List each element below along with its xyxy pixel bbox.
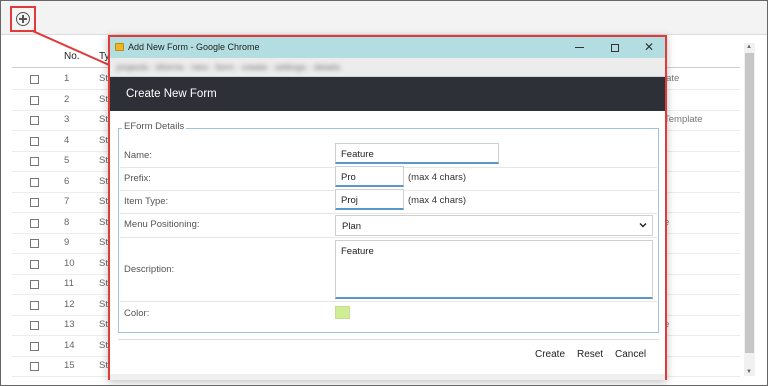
maximize-icon <box>611 43 619 52</box>
section-legend: EForm Details <box>122 121 187 132</box>
scrollbar-thumb[interactable] <box>745 53 754 353</box>
row-type: St <box>99 196 108 207</box>
column-header-no[interactable]: No. <box>64 51 80 62</box>
row-checkbox[interactable] <box>30 218 39 228</box>
row-number: 3 <box>64 114 70 125</box>
row-number: 12 <box>64 298 75 310</box>
name-input[interactable]: Feature <box>335 143 499 164</box>
row-type: St <box>99 216 108 228</box>
row-checkbox[interactable] <box>30 177 39 187</box>
field-divider <box>120 301 657 302</box>
maximize-button[interactable] <box>598 37 632 58</box>
add-new-form-window: Add New Form - Google Chrome ✕ p̶r̶o̶j̶e… <box>108 35 667 380</box>
prefix-label: Prefix: <box>124 173 151 184</box>
callout-line <box>32 30 116 69</box>
reset-button[interactable]: Reset <box>575 349 605 360</box>
row-type: St <box>99 298 108 310</box>
row-checkbox[interactable] <box>30 280 39 289</box>
menu-positioning-select[interactable]: Plan <box>335 215 653 236</box>
row-checkbox[interactable] <box>30 321 39 330</box>
menu-positioning-label: Menu Positioning: <box>124 219 200 230</box>
row-number: 6 <box>64 175 70 187</box>
row-number: 2 <box>64 93 70 105</box>
item-type-hint: (max 4 chars) <box>408 195 467 206</box>
row-number: 4 <box>64 134 70 146</box>
app-icon <box>115 43 124 51</box>
window-title: Add New Form - Google Chrome <box>128 42 260 52</box>
field-divider <box>120 237 657 238</box>
create-button[interactable]: Create <box>533 349 567 360</box>
row-type: St <box>99 155 108 166</box>
row-number: 7 <box>64 196 70 207</box>
row-number: 11 <box>64 278 74 289</box>
color-swatch[interactable] <box>335 306 350 319</box>
row-type: St <box>99 175 108 187</box>
scroll-down-arrow-icon[interactable]: ▼ <box>746 368 752 376</box>
add-form-button[interactable] <box>10 6 36 32</box>
row-checkbox[interactable] <box>30 157 39 166</box>
field-divider <box>120 213 657 214</box>
row-checkbox[interactable] <box>30 95 39 105</box>
description-label: Description: <box>124 264 175 275</box>
row-checkbox[interactable] <box>30 259 39 269</box>
description-textarea[interactable]: Feature <box>335 240 653 299</box>
row-number: 9 <box>64 237 70 248</box>
scroll-up-arrow-icon[interactable]: ▲ <box>746 43 752 51</box>
minimize-icon <box>574 47 584 49</box>
footer-divider <box>118 339 659 340</box>
page-scrollbar[interactable]: ▲ ▼ <box>744 43 755 376</box>
row-checkbox[interactable] <box>30 362 39 371</box>
row-type: St <box>99 319 108 330</box>
window-titlebar[interactable]: Add New Form - Google Chrome ✕ <box>110 37 665 58</box>
row-type: St <box>99 134 108 146</box>
address-url: p̶r̶o̶j̶e̶c̶t̶s̶ · e̶f̶o̶r̶m̶s̶ · n̶e̶w̶… <box>116 62 340 72</box>
row-checkbox[interactable] <box>30 239 39 248</box>
row-number: 10 <box>64 257 75 269</box>
row-type: St <box>99 278 108 289</box>
row-type: St <box>99 237 108 248</box>
form-header: Create New Form <box>110 77 665 111</box>
form-title: Create New Form <box>126 88 217 100</box>
window-bottom-bar <box>110 374 665 380</box>
row-number: 8 <box>64 216 70 228</box>
row-checkbox[interactable] <box>30 300 39 310</box>
cancel-button[interactable]: Cancel <box>613 349 648 360</box>
minimize-button[interactable] <box>562 37 596 58</box>
item-type-label: Item Type: <box>124 196 169 207</box>
color-label: Color: <box>124 308 150 319</box>
close-button[interactable]: ✕ <box>632 37 666 58</box>
page-toolbar <box>1 1 767 35</box>
prefix-hint: (max 4 chars) <box>408 172 467 183</box>
row-checkbox[interactable] <box>30 75 39 84</box>
row-type: St <box>99 257 108 269</box>
prefix-input[interactable]: Pro <box>335 166 404 187</box>
item-type-input[interactable]: Proj <box>335 189 404 210</box>
row-type: St <box>99 73 108 84</box>
row-checkbox[interactable] <box>30 116 39 125</box>
row-number: 15 <box>64 360 75 371</box>
row-checkbox[interactable] <box>30 198 39 207</box>
row-number: 14 <box>64 339 75 351</box>
row-checkbox[interactable] <box>30 136 39 146</box>
row-number: 13 <box>64 319 75 330</box>
address-bar[interactable]: p̶r̶o̶j̶e̶c̶t̶s̶ · e̶f̶o̶r̶m̶s̶ · n̶e̶w̶… <box>110 58 665 77</box>
row-number: 5 <box>64 155 70 166</box>
plus-circle-icon <box>16 12 30 26</box>
row-template: Template <box>664 114 703 125</box>
name-label: Name: <box>124 150 152 161</box>
row-checkbox[interactable] <box>30 341 39 351</box>
row-number: 1 <box>64 73 70 84</box>
row-type: St <box>99 93 108 105</box>
row-type: St <box>99 360 108 371</box>
row-type: St <box>99 339 108 351</box>
row-type: St <box>99 114 108 125</box>
chevron-down-icon <box>639 223 647 228</box>
close-icon: ✕ <box>643 40 655 54</box>
menu-positioning-value: Plan <box>342 221 362 232</box>
